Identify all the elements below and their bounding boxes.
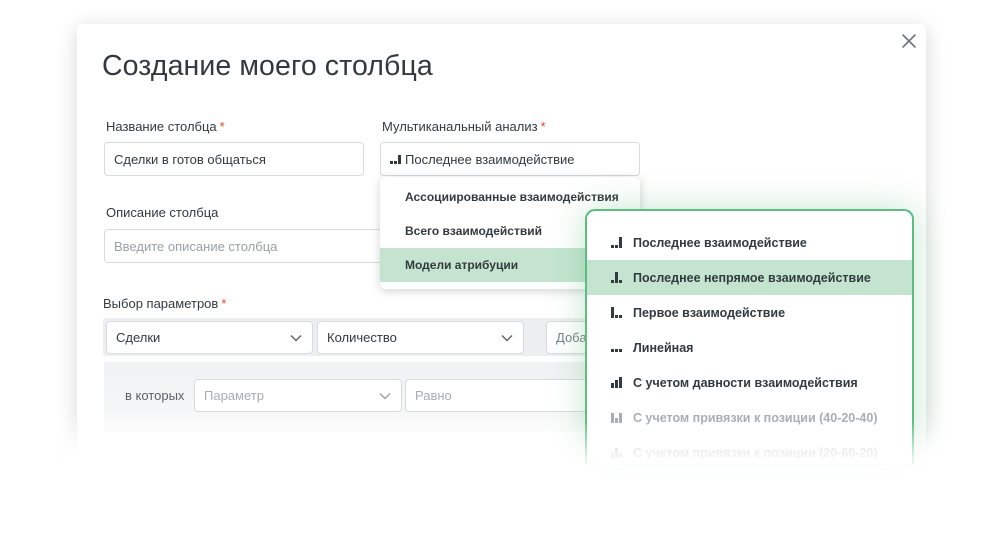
attribution-item-last[interactable]: Последнее взаимодействие bbox=[587, 225, 912, 260]
column-name-value: Сделки в готов общаться bbox=[114, 151, 266, 167]
chevron-down-icon bbox=[290, 335, 302, 342]
attribution-item-position-20-60-20[interactable]: С учетом привязки к позиции (20-60-20) bbox=[587, 435, 912, 464]
required-mark: * bbox=[219, 119, 225, 134]
attribution-item-time-decay[interactable]: С учетом давности взаимодействия bbox=[587, 365, 912, 400]
attribution-item-last-indirect[interactable]: Последнее непрямое взаимодействие bbox=[587, 260, 912, 295]
column-name-input[interactable]: Сделки в готов общаться bbox=[104, 142, 364, 176]
condition-operator-select[interactable]: Равно bbox=[405, 379, 605, 412]
description-placeholder: Введите описание столбца bbox=[114, 238, 278, 254]
bars-first-icon bbox=[611, 307, 622, 318]
column-name-label: Название столбца * bbox=[106, 119, 225, 134]
chevron-down-icon bbox=[501, 335, 513, 342]
entity-value: Сделки bbox=[116, 330, 161, 345]
condition-parameter-select[interactable]: Параметр bbox=[194, 379, 402, 412]
attribution-menu: Последнее взаимодействие Последнее непря… bbox=[585, 209, 914, 464]
metric-value: Количество bbox=[327, 330, 397, 345]
required-mark: * bbox=[221, 296, 227, 311]
attribution-item-first[interactable]: Первое взаимодействие bbox=[587, 295, 912, 330]
bars-linear-icon bbox=[611, 349, 622, 352]
bars-time-decay-icon bbox=[611, 377, 622, 388]
close-icon bbox=[902, 34, 916, 48]
metric-select[interactable]: Количество bbox=[317, 321, 524, 354]
required-mark: * bbox=[540, 119, 546, 134]
description-input[interactable]: Введите описание столбца bbox=[104, 229, 394, 263]
attribution-item-linear[interactable]: Линейная bbox=[587, 330, 912, 365]
attribution-item-position-40-20-40[interactable]: С учетом привязки к позиции (40-20-40) bbox=[587, 400, 912, 435]
description-label: Описание столбца bbox=[106, 205, 219, 220]
bars-position-icon bbox=[611, 448, 622, 458]
entity-select[interactable]: Сделки bbox=[106, 321, 313, 354]
multichannel-label: Мультиканальный анализ * bbox=[382, 119, 546, 134]
bars-last-icon bbox=[611, 237, 622, 248]
params-label: Выбор параметров * bbox=[103, 296, 227, 311]
bars-position-icon bbox=[611, 413, 622, 423]
bars-last-icon bbox=[390, 155, 401, 164]
condition-parameter-placeholder: Параметр bbox=[204, 388, 264, 403]
close-button[interactable] bbox=[899, 31, 919, 51]
bars-last-indirect-icon bbox=[611, 272, 622, 283]
multichannel-value: Последнее взаимодействие bbox=[405, 151, 575, 167]
condition-prefix: в которых bbox=[125, 388, 185, 403]
multichannel-select[interactable]: Последнее взаимодействие bbox=[380, 142, 640, 176]
condition-operator-placeholder: Равно bbox=[415, 388, 452, 403]
screen: Создание моего столбца Название столбца *… bbox=[0, 0, 1001, 551]
chevron-down-icon bbox=[379, 393, 391, 400]
dialog-title: Создание моего столбца bbox=[102, 50, 433, 82]
